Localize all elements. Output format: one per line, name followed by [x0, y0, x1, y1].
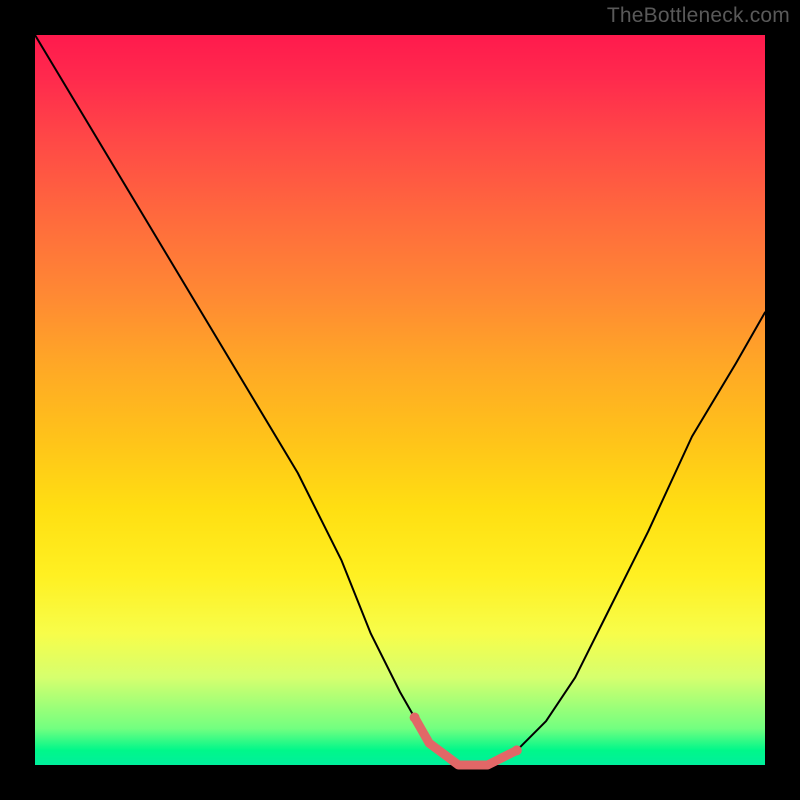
chart-container: TheBottleneck.com: [0, 0, 800, 800]
curve-line: [35, 35, 765, 765]
bottleneck-curve: [35, 35, 765, 765]
optimal-range-marker: [415, 718, 517, 766]
optimal-range-start-dot: [410, 713, 420, 723]
optimal-range-end-dot: [512, 745, 522, 755]
watermark: TheBottleneck.com: [607, 4, 790, 28]
plot-area: [35, 35, 765, 765]
